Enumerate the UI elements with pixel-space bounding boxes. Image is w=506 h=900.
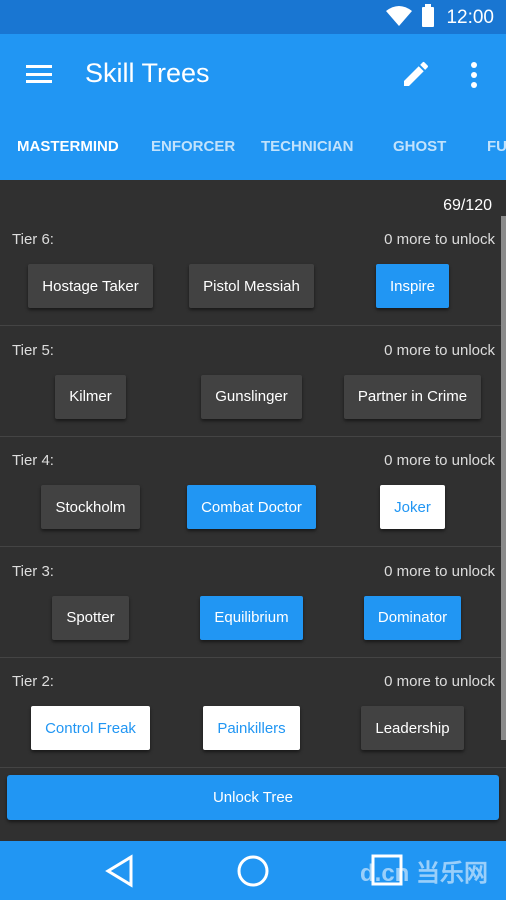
skill-button[interactable]: Combat Doctor bbox=[187, 485, 316, 529]
status-bar: 12:00 bbox=[0, 0, 506, 34]
unlock-requirement: 0 more to unlock bbox=[384, 231, 495, 248]
skill-button[interactable]: Stockholm bbox=[41, 485, 140, 529]
tab-bar: MASTERMIND ENFORCER TECHNICIAN GHOST FU bbox=[0, 112, 506, 180]
clock: 12:00 bbox=[446, 7, 494, 28]
menu-icon[interactable] bbox=[26, 65, 52, 83]
skill-button[interactable]: Control Freak bbox=[31, 706, 150, 750]
skill-button[interactable]: Hostage Taker bbox=[28, 264, 153, 308]
wifi-icon bbox=[386, 6, 412, 26]
skill-button[interactable]: Kilmer bbox=[55, 374, 126, 419]
tier-label: Tier 6: bbox=[12, 231, 54, 248]
tab-technician[interactable]: TECHNICIAN bbox=[261, 138, 354, 155]
tier-section: Tier 2: 0 more to unlock Control Freak Pa… bbox=[0, 658, 506, 768]
tier-section: Tier 6: 0 more to unlock Hostage Taker Pi… bbox=[0, 216, 506, 326]
tier-label: Tier 2: bbox=[12, 673, 54, 690]
more-options-icon[interactable] bbox=[464, 60, 484, 90]
tier-label: Tier 3: bbox=[12, 562, 54, 580]
edit-icon[interactable] bbox=[400, 58, 432, 90]
skill-button[interactable]: Partner in Crime bbox=[343, 374, 482, 419]
tier-section: Tier 4: 0 more to unlock Stockholm Combat… bbox=[0, 437, 506, 547]
skill-button[interactable]: Dominator bbox=[363, 595, 462, 640]
page-title: Skill Trees bbox=[85, 58, 210, 88]
tab-mastermind[interactable]: MASTERMIND bbox=[17, 138, 119, 155]
unlock-requirement: 0 more to unlock bbox=[384, 341, 495, 359]
unlock-requirement: 0 more to unlock bbox=[384, 673, 495, 690]
skill-button[interactable]: Painkillers bbox=[203, 706, 300, 750]
app-bar: Skill Trees MASTERMIND ENFORCER TECHNICI… bbox=[0, 34, 506, 180]
unlock-tree-button[interactable]: Unlock Tree bbox=[7, 775, 499, 820]
scrollbar[interactable] bbox=[501, 216, 506, 740]
skill-button[interactable]: Joker bbox=[380, 485, 445, 529]
tab-enforcer[interactable]: ENFORCER bbox=[151, 138, 235, 155]
tab-fugitive[interactable]: FU bbox=[487, 138, 506, 155]
skill-button[interactable]: Inspire bbox=[375, 264, 450, 308]
home-icon[interactable] bbox=[236, 854, 270, 888]
navigation-bar: d.cn 当乐网 bbox=[0, 841, 506, 900]
skill-button[interactable]: Leadership bbox=[361, 706, 464, 750]
tier-section: Tier 5: 0 more to unlock Kilmer Gunslinge… bbox=[0, 327, 506, 437]
tier-section: Tier 3: 0 more to unlock Spotter Equilibr… bbox=[0, 548, 506, 658]
skill-button[interactable]: Pistol Messiah bbox=[189, 264, 314, 308]
tier-label: Tier 5: bbox=[12, 341, 54, 359]
watermark: d.cn 当乐网 bbox=[359, 860, 488, 887]
battery-icon bbox=[422, 4, 434, 27]
skill-points-counter: 69/120 bbox=[443, 197, 492, 214]
unlock-requirement: 0 more to unlock bbox=[384, 562, 495, 580]
tier-label: Tier 4: bbox=[12, 452, 54, 469]
skill-button[interactable]: Gunslinger bbox=[201, 374, 302, 419]
unlock-requirement: 0 more to unlock bbox=[384, 452, 495, 469]
skill-button[interactable]: Spotter bbox=[52, 595, 129, 640]
back-icon[interactable] bbox=[104, 854, 134, 888]
tab-ghost[interactable]: GHOST bbox=[393, 138, 446, 155]
skill-button[interactable]: Equilibrium bbox=[200, 595, 303, 640]
